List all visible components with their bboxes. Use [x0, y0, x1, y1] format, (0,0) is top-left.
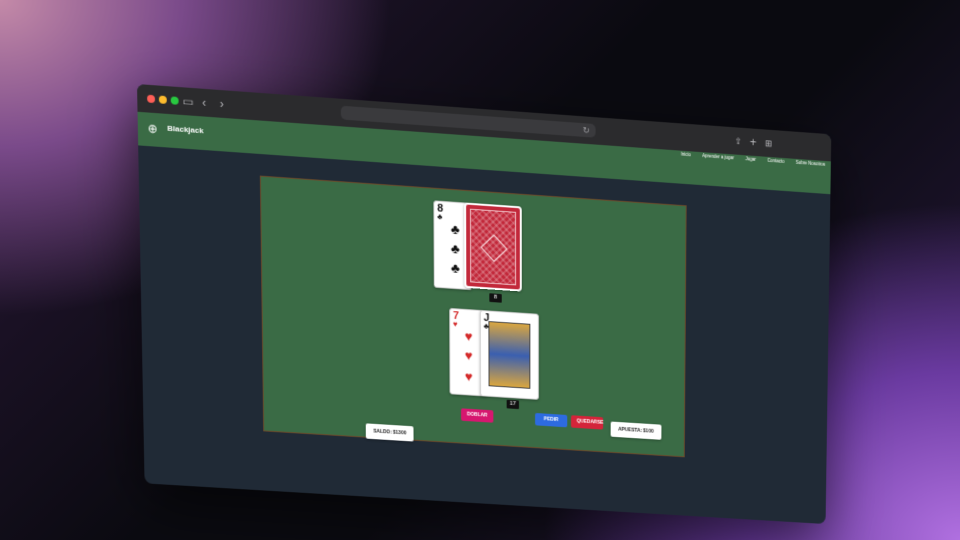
- heart-suit-icon: ♥: [453, 319, 458, 329]
- balance-display: SALDO: $1300: [365, 423, 415, 442]
- club-pip-icon: ♣: [450, 240, 460, 257]
- heart-pip-icon: ♥: [464, 347, 473, 364]
- club-suit-icon: ♣: [483, 321, 489, 331]
- nav-link-inicio[interactable]: Inicio: [681, 151, 691, 159]
- share-icon[interactable]: ⇪: [735, 133, 742, 149]
- heart-pip-icon: ♥: [464, 328, 473, 345]
- dealer-card-2-facedown: [464, 202, 522, 292]
- hit-button[interactable]: PEDIR: [535, 412, 568, 428]
- nav-link-sobre-nosotros[interactable]: Sobre Nosotros: [796, 159, 826, 169]
- stand-button[interactable]: QUEDARSE: [571, 415, 603, 430]
- browser-window: ▭ ‹ › ↻ ⇪ + ⊞ ⊕ Blackjack Inicio Aprende…: [137, 84, 832, 525]
- nav-link-jugar[interactable]: Jugar: [745, 155, 756, 164]
- club-pip-icon: ♣: [450, 220, 460, 238]
- player-score: 17: [506, 399, 519, 410]
- heart-pip-icon: ♥: [464, 368, 473, 385]
- jack-face-art: [488, 321, 531, 389]
- sidebar-toggle-icon[interactable]: ▭: [182, 93, 193, 110]
- player-card-2: J ♣: [479, 309, 539, 400]
- globe-logo-icon[interactable]: ⊕: [148, 121, 162, 136]
- blackjack-table: 8 ♣ ♣ ♣ ♣ 8 7 ♥ ♥ ♥ ♥ J ♣ 17 DOBLAR PEDI…: [259, 175, 687, 458]
- new-tab-icon[interactable]: +: [750, 134, 757, 150]
- nav-link-aprender[interactable]: Aprender a jugar: [702, 152, 734, 162]
- forward-icon[interactable]: ›: [220, 96, 224, 112]
- tab-overview-icon[interactable]: ⊞: [765, 135, 772, 151]
- close-window-button[interactable]: [147, 94, 156, 104]
- minimize-window-button[interactable]: [158, 95, 167, 104]
- back-icon[interactable]: ‹: [202, 95, 206, 111]
- dealer-score: 8: [489, 293, 502, 303]
- club-suit-icon: ♣: [437, 212, 443, 222]
- brand-title[interactable]: Blackjack: [167, 124, 203, 135]
- reload-icon[interactable]: ↻: [583, 123, 590, 137]
- maximize-window-button[interactable]: [170, 96, 179, 105]
- nav-link-contacto[interactable]: Contacto: [767, 157, 784, 166]
- double-button[interactable]: DOBLAR: [461, 408, 494, 423]
- bet-display: APUESTA: $100: [610, 421, 662, 440]
- club-pip-icon: ♣: [450, 259, 460, 276]
